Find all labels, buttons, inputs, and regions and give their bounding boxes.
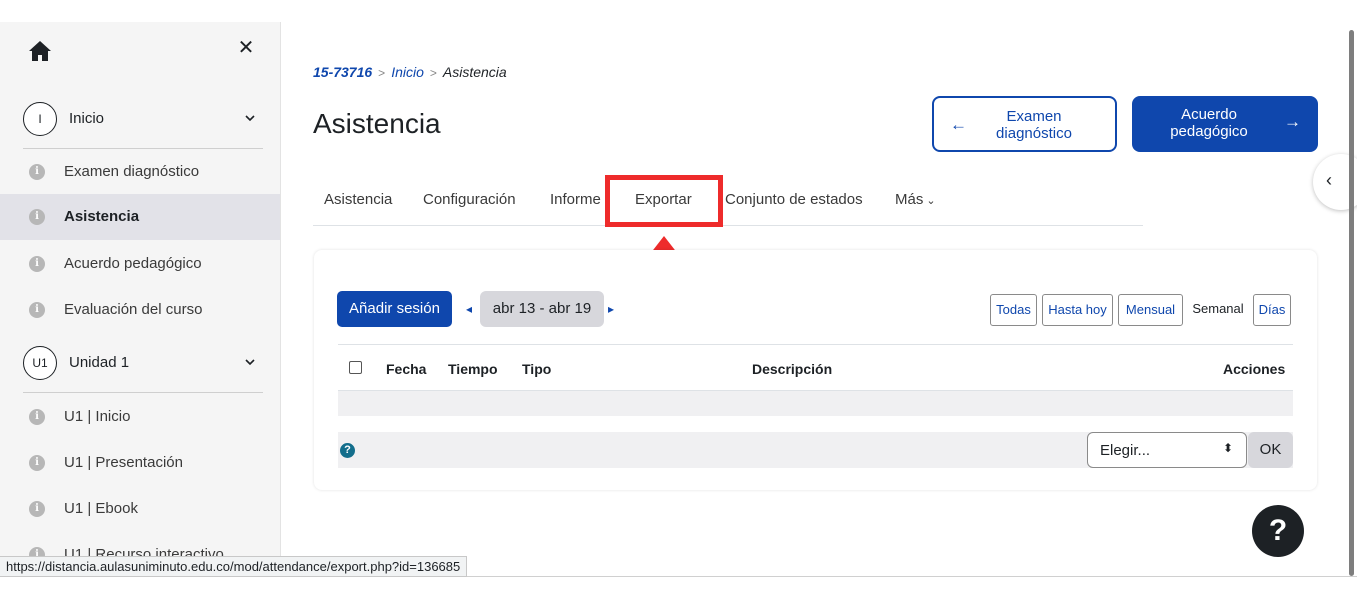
- info-icon: i: [29, 164, 45, 180]
- chevron-down-icon: [245, 115, 255, 122]
- help-icon[interactable]: ?: [340, 443, 355, 458]
- date-range-display: abr 13 - abr 19: [480, 291, 604, 327]
- filter-semanal: Semanal: [1186, 294, 1250, 326]
- arrow-left-icon: ←: [950, 115, 967, 134]
- chevron-down-icon: ⌄: [923, 195, 936, 207]
- info-icon: i: [29, 302, 45, 318]
- close-drawer-icon[interactable]: ✕: [236, 38, 256, 58]
- bottom-strip: [0, 576, 1357, 599]
- breadcrumb-separator: >: [429, 66, 437, 80]
- add-session-button[interactable]: Añadir sesión: [337, 291, 452, 327]
- info-icon: i: [29, 409, 45, 425]
- breadcrumb-separator: >: [378, 66, 386, 80]
- breadcrumb: 15-73716 > Inicio > Asistencia: [313, 64, 507, 80]
- column-header-tiempo[interactable]: Tiempo: [448, 361, 498, 377]
- help-icon[interactable]: ?: [1252, 505, 1304, 557]
- arrow-right-icon: →: [1284, 112, 1301, 131]
- column-header-fecha[interactable]: Fecha: [386, 361, 426, 377]
- sidebar-item-asistencia[interactable]: i Asistencia: [0, 194, 280, 240]
- chevron-down-icon: [245, 359, 255, 366]
- section-label: Unidad 1: [69, 354, 130, 371]
- section-initial-badge: I: [23, 102, 57, 136]
- column-header-tipo[interactable]: Tipo: [522, 361, 551, 377]
- breadcrumb-course-link[interactable]: 15-73716: [313, 64, 372, 80]
- prev-activity-button[interactable]: ← Examen diagnóstico: [932, 96, 1117, 152]
- next-activity-label: Acuerdo pedagógico: [1170, 106, 1248, 140]
- status-bar-url: https://distancia.aulasuniminuto.edu.co/…: [0, 556, 468, 577]
- next-week-arrow-icon[interactable]: ▸: [608, 302, 614, 316]
- sidebar-item-label: U1 | Presentación: [64, 454, 183, 471]
- section-divider: [23, 392, 263, 393]
- sidebar-item-label: Examen diagnóstico: [64, 163, 200, 180]
- tab-informe[interactable]: Informe: [550, 191, 601, 208]
- sidebar-item-examen-diagnostico[interactable]: i Examen diagnóstico: [0, 149, 280, 195]
- home-icon[interactable]: [28, 40, 52, 62]
- sidebar-item-u1-inicio[interactable]: i U1 | Inicio: [0, 394, 280, 440]
- section-inicio[interactable]: I Inicio: [0, 96, 280, 142]
- bulk-action-select[interactable]: Elegir... ⬍: [1087, 432, 1247, 468]
- select-caret-icon: ⬍: [1223, 441, 1234, 455]
- breadcrumb-current: Asistencia: [442, 64, 507, 80]
- tab-mas[interactable]: Más ⌄: [895, 191, 936, 208]
- chevron-left-icon: ‹: [1326, 170, 1332, 190]
- section-label: Inicio: [69, 110, 105, 127]
- course-index-drawer: ✕ I Inicio i Examen diagnóstico i Asiste…: [0, 22, 281, 576]
- select-all-checkbox[interactable]: [349, 361, 362, 374]
- bulk-action-value: Elegir...: [1100, 442, 1151, 459]
- sidebar-item-label: Acuerdo pedagógico: [64, 255, 202, 272]
- prev-activity-label: Examen diagnóstico: [996, 108, 1072, 142]
- tab-configuracion[interactable]: Configuración: [423, 191, 516, 208]
- tab-asistencia[interactable]: Asistencia: [324, 191, 392, 208]
- filter-dias[interactable]: Días: [1253, 294, 1291, 326]
- filter-todas[interactable]: Todas: [990, 294, 1037, 326]
- column-header-descripcion: Descripción: [752, 361, 833, 377]
- section-initial-badge: U1: [23, 346, 57, 380]
- secondary-navigation: Asistencia Configuración Informe Exporta…: [313, 180, 1143, 226]
- filter-mensual[interactable]: Mensual: [1118, 294, 1183, 326]
- table-top-border: [338, 344, 1293, 345]
- sidebar-item-label: Asistencia: [64, 208, 140, 225]
- info-icon: i: [29, 209, 45, 225]
- info-icon: i: [29, 501, 45, 517]
- info-icon: i: [29, 256, 45, 272]
- column-header-acciones: Acciones: [1223, 361, 1286, 377]
- info-icon: i: [29, 455, 45, 471]
- previous-week-arrow-icon[interactable]: ◂: [466, 302, 472, 316]
- sidebar-item-u1-ebook[interactable]: i U1 | Ebook: [0, 486, 280, 532]
- table-row: [338, 391, 1293, 416]
- next-activity-button[interactable]: Acuerdo pedagógico →: [1132, 96, 1318, 152]
- filter-hasta-hoy[interactable]: Hasta hoy: [1042, 294, 1113, 326]
- breadcrumb-home-link[interactable]: Inicio: [391, 64, 424, 80]
- sidebar-item-acuerdo-pedagogico[interactable]: i Acuerdo pedagógico: [0, 241, 280, 287]
- sidebar-item-label: U1 | Ebook: [64, 500, 138, 517]
- sidebar-item-evaluacion-del-curso[interactable]: i Evaluación del curso: [0, 287, 280, 333]
- sidebar-item-label: Evaluación del curso: [64, 301, 203, 318]
- tab-conjunto-de-estados[interactable]: Conjunto de estados: [725, 191, 863, 208]
- scrollbar[interactable]: [1349, 30, 1354, 576]
- section-unidad-1[interactable]: U1 Unidad 1: [0, 340, 280, 386]
- annotation-highlight-box: [605, 175, 723, 227]
- sidebar-item-label: U1 | Inicio: [64, 408, 131, 425]
- ok-button[interactable]: OK: [1248, 432, 1293, 468]
- top-strip: [0, 0, 1357, 22]
- sidebar-item-u1-presentacion[interactable]: i U1 | Presentación: [0, 440, 280, 486]
- page-title: Asistencia: [313, 108, 441, 139]
